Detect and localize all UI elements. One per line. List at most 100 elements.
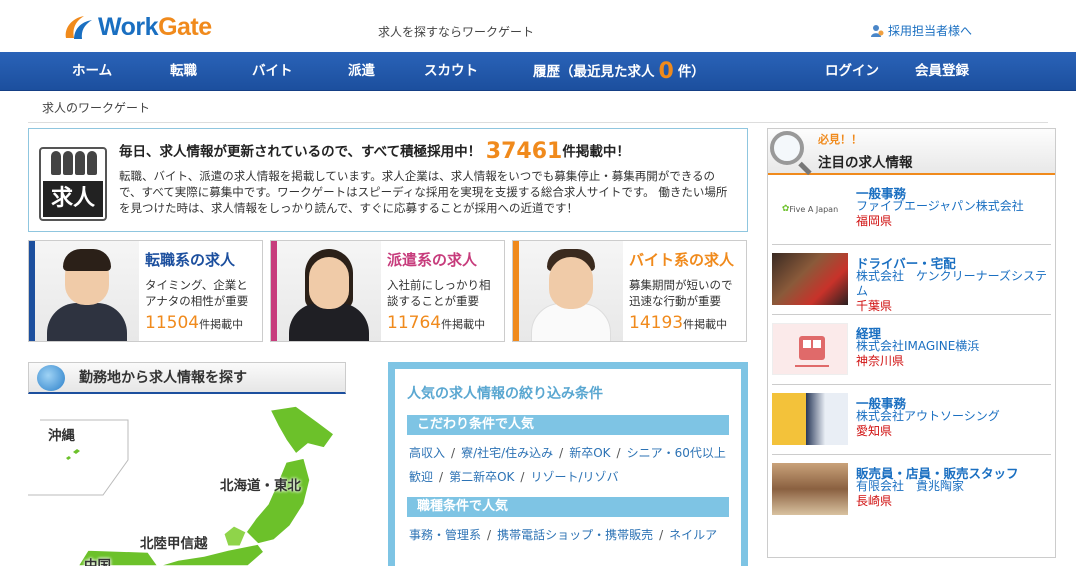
popular-conditions-panel: 人気の求人情報の絞り込み条件 こだわり条件で人気 高収入 / 寮/社宅/住み込み / 新… (388, 362, 748, 566)
job-location: 愛知県 (856, 424, 893, 438)
featured-job-item[interactable]: 販売員・店員・販売スタッフ 有限会社 貴兆陶家 長崎県 (772, 455, 1051, 525)
occupation-links: 事務・管理系 / 携帯電話ショップ・携帯販売 / ネイルア (409, 528, 718, 542)
nav-history-prefix: 履歴（最近見た求人 (533, 64, 655, 80)
category-title: バイト系の求人 (629, 251, 735, 269)
featured-job-item[interactable]: 経理 株式会社IMAGINE横浜 神奈川県 (772, 315, 1051, 385)
region-chugoku[interactable]: 中国 (84, 554, 111, 566)
featured-job-item[interactable]: ドライバー・宅配 株式会社 ケンクリーナーズシステム 千葉県 (772, 245, 1051, 315)
nav-dispatch[interactable]: 派遣 (348, 52, 375, 91)
nav-career[interactable]: 転職 (170, 52, 197, 91)
site-tagline: 求人を探すならワークゲート (378, 25, 535, 39)
nav-history[interactable]: 履歴（最近見た求人 0 件） (533, 52, 705, 91)
category-desc: 募集期間が短いので迅速な行動が重要 (629, 278, 733, 308)
category-card-parttime[interactable]: バイト系の求人 募集期間が短いので迅速な行動が重要 14193件掲載中 (512, 240, 747, 342)
category-card-dispatch[interactable]: 派遣系の求人 入社前にしっかり相談することが重要 11764件掲載中 (270, 240, 505, 342)
must-see-badge: 必見！！ (818, 133, 862, 146)
link-resort[interactable]: リゾート/リゾバ (530, 470, 618, 484)
area-search-heading-label: 勤務地から求人情報を探す (79, 370, 247, 386)
category-count-unit: 件掲載中 (441, 318, 486, 331)
job-location: 長崎県 (856, 494, 893, 508)
thumb-text: Five A Japan (789, 204, 839, 214)
feature-links: 高収入 / 寮/社宅/住み込み / 新卒OK / シニア・60代以上歓迎 / 第二新卒OK / リゾ… (409, 446, 726, 484)
region-okinawa[interactable]: 沖縄 (48, 424, 75, 444)
intro-description: 転職、バイト、派遣の求人情報を掲載しています。求人企業は、求人情報をいつでも募集… (119, 169, 728, 215)
job-company: 有限会社 貴兆陶家 (856, 479, 965, 493)
job-location: 千葉県 (856, 299, 893, 313)
company-logo-thumb (772, 323, 848, 375)
waitress-photo (519, 241, 623, 341)
category-count: 11764件掲載中 (387, 313, 485, 333)
recruiter-link[interactable]: 採用担当者様へ (870, 22, 972, 39)
recruiter-link-label: 採用担当者様へ (888, 24, 973, 38)
category-count-unit: 件掲載中 (683, 318, 728, 331)
featured-jobs-sidebar: 必見！！ 注目の求人情報 ✿ Five A Japan 一般事務 ファイブエージャ… (767, 128, 1056, 558)
job-company-block: 有限会社 貴兆陶家 長崎県 (856, 479, 1052, 509)
area-search-heading: 勤務地から求人情報を探す (28, 362, 346, 394)
intro-headline-prefix: 毎日、求人情報が更新されているので、すべて積極採用中！ (119, 144, 482, 160)
job-company: ファイブエージャパン株式会社 (856, 199, 1024, 213)
nav-register[interactable]: 会員登録 (915, 52, 969, 91)
nav-parttime[interactable]: バイト (252, 52, 293, 91)
company-photo-thumb (772, 253, 848, 305)
history-count: 0 (658, 59, 674, 84)
link-new-grad[interactable]: 新卒OK (569, 446, 610, 460)
featured-job-item[interactable]: ✿ Five A Japan 一般事務 ファイブエージャパン株式会社 福岡県 (772, 175, 1051, 245)
category-title: 派遣系の求人 (387, 251, 478, 269)
nav-history-suffix: 件） (677, 64, 705, 80)
site-logo[interactable]: WorkGate (62, 10, 212, 44)
businessman-photo (35, 241, 139, 341)
intro-box: 求人 毎日、求人情報が更新されているので、すべて積極採用中！ 37461件掲載中… (28, 128, 748, 232)
category-card-career[interactable]: 転職系の求人 タイミング、企業とアナタの相性が重要 11504件掲載中 (28, 240, 263, 342)
category-count-unit: 件掲載中 (199, 318, 244, 331)
job-offer-icon: 求人 (39, 147, 107, 221)
job-company: 株式会社 ケンクリーナーズシステム (856, 269, 1048, 298)
logo-swoosh-icon (65, 16, 92, 39)
company-photo-thumb (772, 463, 848, 515)
link-office-admin[interactable]: 事務・管理系 (409, 528, 481, 542)
link-dorm[interactable]: 寮/社宅/住み込み (461, 446, 553, 460)
region-hokkaido-tohoku[interactable]: 北海道・東北 (220, 474, 301, 494)
link-high-income[interactable]: 高収入 (409, 446, 445, 460)
category-count-number: 14193 (629, 313, 684, 333)
region-hokuriku-koshinetsu[interactable]: 北陸甲信越 (140, 532, 208, 552)
nav-scout[interactable]: スカウト (424, 52, 478, 91)
link-nail[interactable]: ネイルア (669, 528, 717, 542)
link-second-new-grad[interactable]: 第二新卒OK (449, 470, 514, 484)
job-location: 福岡県 (856, 214, 893, 228)
category-count-number: 11504 (145, 313, 200, 333)
nav-home[interactable]: ホーム (72, 52, 112, 91)
category-desc: 入社前にしっかり相談することが重要 (387, 278, 491, 308)
featured-jobs-title: 注目の求人情報 (818, 155, 913, 171)
panel-title: 人気の求人情報の絞り込み条件 (407, 386, 603, 402)
job-company: 株式会社IMAGINE横浜 (856, 339, 980, 353)
job-company-block: ファイブエージャパン株式会社 福岡県 (856, 199, 1052, 229)
magnifier-icon (770, 131, 804, 165)
japan-map[interactable]: 沖縄 北海道・東北 北陸甲信越 中国 (28, 400, 346, 566)
person-icon (871, 24, 884, 37)
businesswoman-photo (277, 241, 381, 341)
job-location: 神奈川県 (856, 354, 905, 368)
job-company-block: 株式会社アウトソーシング 愛知県 (856, 409, 1052, 439)
category-count-number: 11764 (387, 313, 442, 333)
job-company-block: 株式会社IMAGINE横浜 神奈川県 (856, 339, 1052, 369)
category-count: 14193件掲載中 (629, 313, 727, 333)
train-icon (795, 336, 829, 367)
main-nav: ホーム 転職 バイト 派遣 スカウト 履歴（最近見た求人 0 件） ログイン 会員登… (0, 52, 1076, 91)
panel-section-features: こだわり条件で人気 (407, 415, 729, 435)
nav-login[interactable]: ログイン (825, 52, 879, 91)
panel-section-occupations: 職種条件で人気 (407, 497, 729, 517)
site-header: WorkGate 求人を探すならワークゲート 採用担当者様へ (0, 0, 1076, 52)
company-logo-thumb: ✿ Five A Japan (772, 183, 848, 235)
company-photo-thumb (772, 393, 848, 445)
link-mobile-shop[interactable]: 携帯電話ショップ・携帯販売 (497, 528, 653, 542)
breadcrumb[interactable]: 求人のワークゲート (28, 91, 1048, 123)
category-count: 11504件掲載中 (145, 313, 243, 333)
category-desc: タイミング、企業とアナタの相性が重要 (145, 278, 249, 308)
total-job-count: 37461 (485, 139, 563, 164)
job-company: 株式会社アウトソーシング (856, 409, 1000, 423)
intro-headline-suffix: 件掲載中！ (562, 144, 630, 160)
featured-jobs-header: 必見！！ 注目の求人情報 (768, 129, 1055, 176)
featured-job-item[interactable]: 一般事務 株式会社アウトソーシング 愛知県 (772, 385, 1051, 455)
intro-headline: 毎日、求人情報が更新されているので、すべて積極採用中！ 37461件掲載中！ (119, 139, 737, 164)
job-offer-icon-text: 求人 (43, 181, 103, 217)
